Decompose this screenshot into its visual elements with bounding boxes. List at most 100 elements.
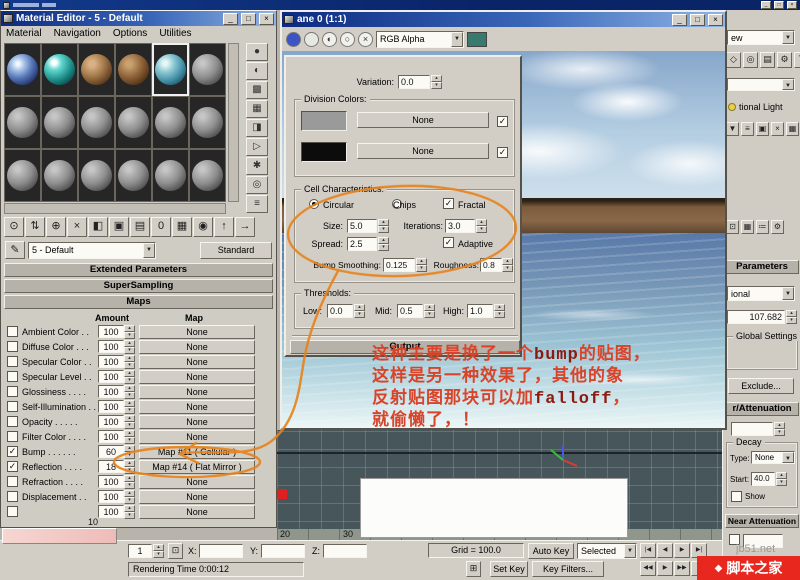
map-slot-button[interactable]: None xyxy=(139,415,255,429)
chevron-down-icon[interactable]: ▼ xyxy=(782,287,794,300)
map-amount-field[interactable]: 100 xyxy=(98,400,124,413)
map-slot-button[interactable]: None xyxy=(139,400,255,414)
show-end-result-icon[interactable]: ≡ xyxy=(741,122,754,136)
show-map-viewport-icon[interactable]: ▦ xyxy=(172,217,192,237)
minimize-icon[interactable]: _ xyxy=(223,13,238,25)
map-amount-field[interactable]: 100 xyxy=(98,385,124,398)
mid-spinner[interactable] xyxy=(424,304,435,318)
map-amount-field[interactable]: 100 xyxy=(98,370,124,383)
prev-key-button[interactable]: ◀◀ xyxy=(640,561,656,576)
mid-field[interactable]: 0.5 xyxy=(397,304,423,318)
bump-smoothing-field[interactable]: 0.125 xyxy=(383,258,415,272)
maximize-icon[interactable]: □ xyxy=(774,1,784,9)
iterations-spinner[interactable] xyxy=(476,219,487,233)
map-amount-field[interactable]: 100 xyxy=(98,340,124,353)
map-enable-checkbox[interactable] xyxy=(7,386,18,397)
light-type-dropdown[interactable]: ional ▼ xyxy=(727,286,795,301)
multiplier-spinner[interactable] xyxy=(774,422,785,436)
map-enable-checkbox[interactable] xyxy=(7,401,18,412)
pick-material-icon[interactable]: ✎ xyxy=(5,241,25,259)
map-enable-checkbox[interactable] xyxy=(7,446,18,457)
vertical-scrollbar[interactable] xyxy=(228,43,239,202)
menu-utilities[interactable]: Utilities xyxy=(159,28,191,39)
variation-field[interactable]: 0.0 xyxy=(398,75,430,89)
material-navigator-icon[interactable]: ≡ xyxy=(246,195,268,213)
frame-spinner[interactable] xyxy=(153,544,164,558)
rollout-near-attenuation[interactable]: Near Attenuation xyxy=(725,514,799,528)
map-amount-spinner[interactable] xyxy=(124,445,135,458)
background-icon[interactable]: ▩ xyxy=(246,81,268,99)
reset-map-icon[interactable]: × xyxy=(67,217,87,237)
map-enable-checkbox[interactable] xyxy=(7,326,18,337)
list-view-icon[interactable]: ≔ xyxy=(756,220,769,234)
show-checkbox[interactable] xyxy=(731,491,742,502)
material-sample-slot[interactable] xyxy=(189,149,226,202)
clear-icon[interactable]: × xyxy=(358,32,373,47)
chevron-down-icon[interactable]: ▼ xyxy=(782,452,794,463)
map-amount-field[interactable]: 60 xyxy=(98,445,124,458)
roughness-field[interactable]: 0.8 xyxy=(480,258,502,272)
target-distance-field[interactable]: 107.682 xyxy=(727,310,785,324)
material-sample-slot[interactable] xyxy=(152,96,189,149)
map-slot-button[interactable]: None xyxy=(139,340,255,354)
low-field[interactable]: 0.0 xyxy=(327,304,353,318)
close-icon[interactable]: × xyxy=(259,13,274,25)
viewport[interactable]: 20 30 xyxy=(277,430,722,540)
map-slot-button[interactable]: Map #14 ( Flat Mirror ) xyxy=(139,460,255,474)
rollout-maps[interactable]: Maps xyxy=(4,295,273,309)
put-material-icon[interactable]: ⇅ xyxy=(25,217,45,237)
map-enable-checkbox[interactable] xyxy=(7,476,18,487)
decay-start-field[interactable]: 40.0 xyxy=(751,472,775,486)
make-unique-icon[interactable]: ▣ xyxy=(109,217,129,237)
key-filters-button[interactable]: Key Filters... xyxy=(532,561,604,577)
material-id-icon[interactable]: 0 xyxy=(151,217,171,237)
map-slot-button[interactable]: None xyxy=(139,355,255,369)
go-parent-icon[interactable]: ↑ xyxy=(214,217,234,237)
exclude-button[interactable]: Exclude... xyxy=(728,378,794,394)
make-preview-icon[interactable]: ▷ xyxy=(246,138,268,156)
y-coordinate-field[interactable] xyxy=(261,544,305,558)
background-color-swatch[interactable] xyxy=(467,32,487,47)
map-enable-checkbox[interactable] xyxy=(7,341,18,352)
material-sample-slot[interactable] xyxy=(78,149,115,202)
division-map-button-1[interactable]: None xyxy=(357,112,489,128)
division-map-button-2[interactable]: None xyxy=(357,143,489,159)
configure-stack-icon[interactable]: ▦ xyxy=(786,122,799,136)
minimize-icon[interactable]: _ xyxy=(672,14,687,26)
rollout-parameters[interactable]: Parameters xyxy=(725,260,799,274)
map-slot-button[interactable]: None xyxy=(139,490,255,504)
backlight-icon[interactable]: ◐ xyxy=(246,62,268,80)
prev-frame-button[interactable]: ◀ xyxy=(657,543,673,558)
rollout-extended-parameters[interactable]: Extended Parameters xyxy=(4,263,273,277)
chevron-down-icon[interactable]: ▼ xyxy=(451,32,463,47)
save-image-icon[interactable] xyxy=(286,32,301,47)
sample-type-icon[interactable]: ● xyxy=(246,43,268,61)
material-sample-slot[interactable] xyxy=(4,149,41,202)
lock-stack-icon[interactable]: ⊡ xyxy=(726,220,739,234)
menu-navigation[interactable]: Navigation xyxy=(54,28,101,39)
circular-radio[interactable] xyxy=(309,199,319,209)
material-sample-slot[interactable] xyxy=(41,149,78,202)
material-sample-slot[interactable] xyxy=(4,43,41,96)
pin-stack-icon[interactable]: ▼ xyxy=(726,122,739,136)
map-slot-button[interactable]: None xyxy=(139,475,255,489)
z-coordinate-field[interactable] xyxy=(323,544,367,558)
clone-window-icon[interactable] xyxy=(304,32,319,47)
options-icon[interactable]: ✱ xyxy=(246,157,268,175)
map-slot-button[interactable]: None xyxy=(139,325,255,339)
map-enable-checkbox[interactable] xyxy=(7,506,18,517)
map-slot-button[interactable]: None xyxy=(139,505,255,519)
next-frame-button[interactable]: ▶ xyxy=(674,543,690,558)
spread-field[interactable]: 2.5 xyxy=(347,237,377,251)
go-start-button[interactable]: |◀ xyxy=(640,543,656,558)
horizontal-scrollbar[interactable] xyxy=(4,203,226,214)
map-amount-field[interactable]: 100 xyxy=(98,475,124,488)
map-amount-spinner[interactable] xyxy=(124,430,135,443)
show-end-result-icon[interactable]: ◉ xyxy=(193,217,213,237)
next-key-button[interactable]: ▶▶ xyxy=(674,561,690,576)
adaptive-checkbox[interactable] xyxy=(443,237,454,248)
material-sample-slot[interactable] xyxy=(115,96,152,149)
set-key-button[interactable]: Set Key xyxy=(490,561,528,577)
map-slot-button[interactable]: None xyxy=(139,430,255,444)
maximize-icon[interactable]: □ xyxy=(241,13,256,25)
